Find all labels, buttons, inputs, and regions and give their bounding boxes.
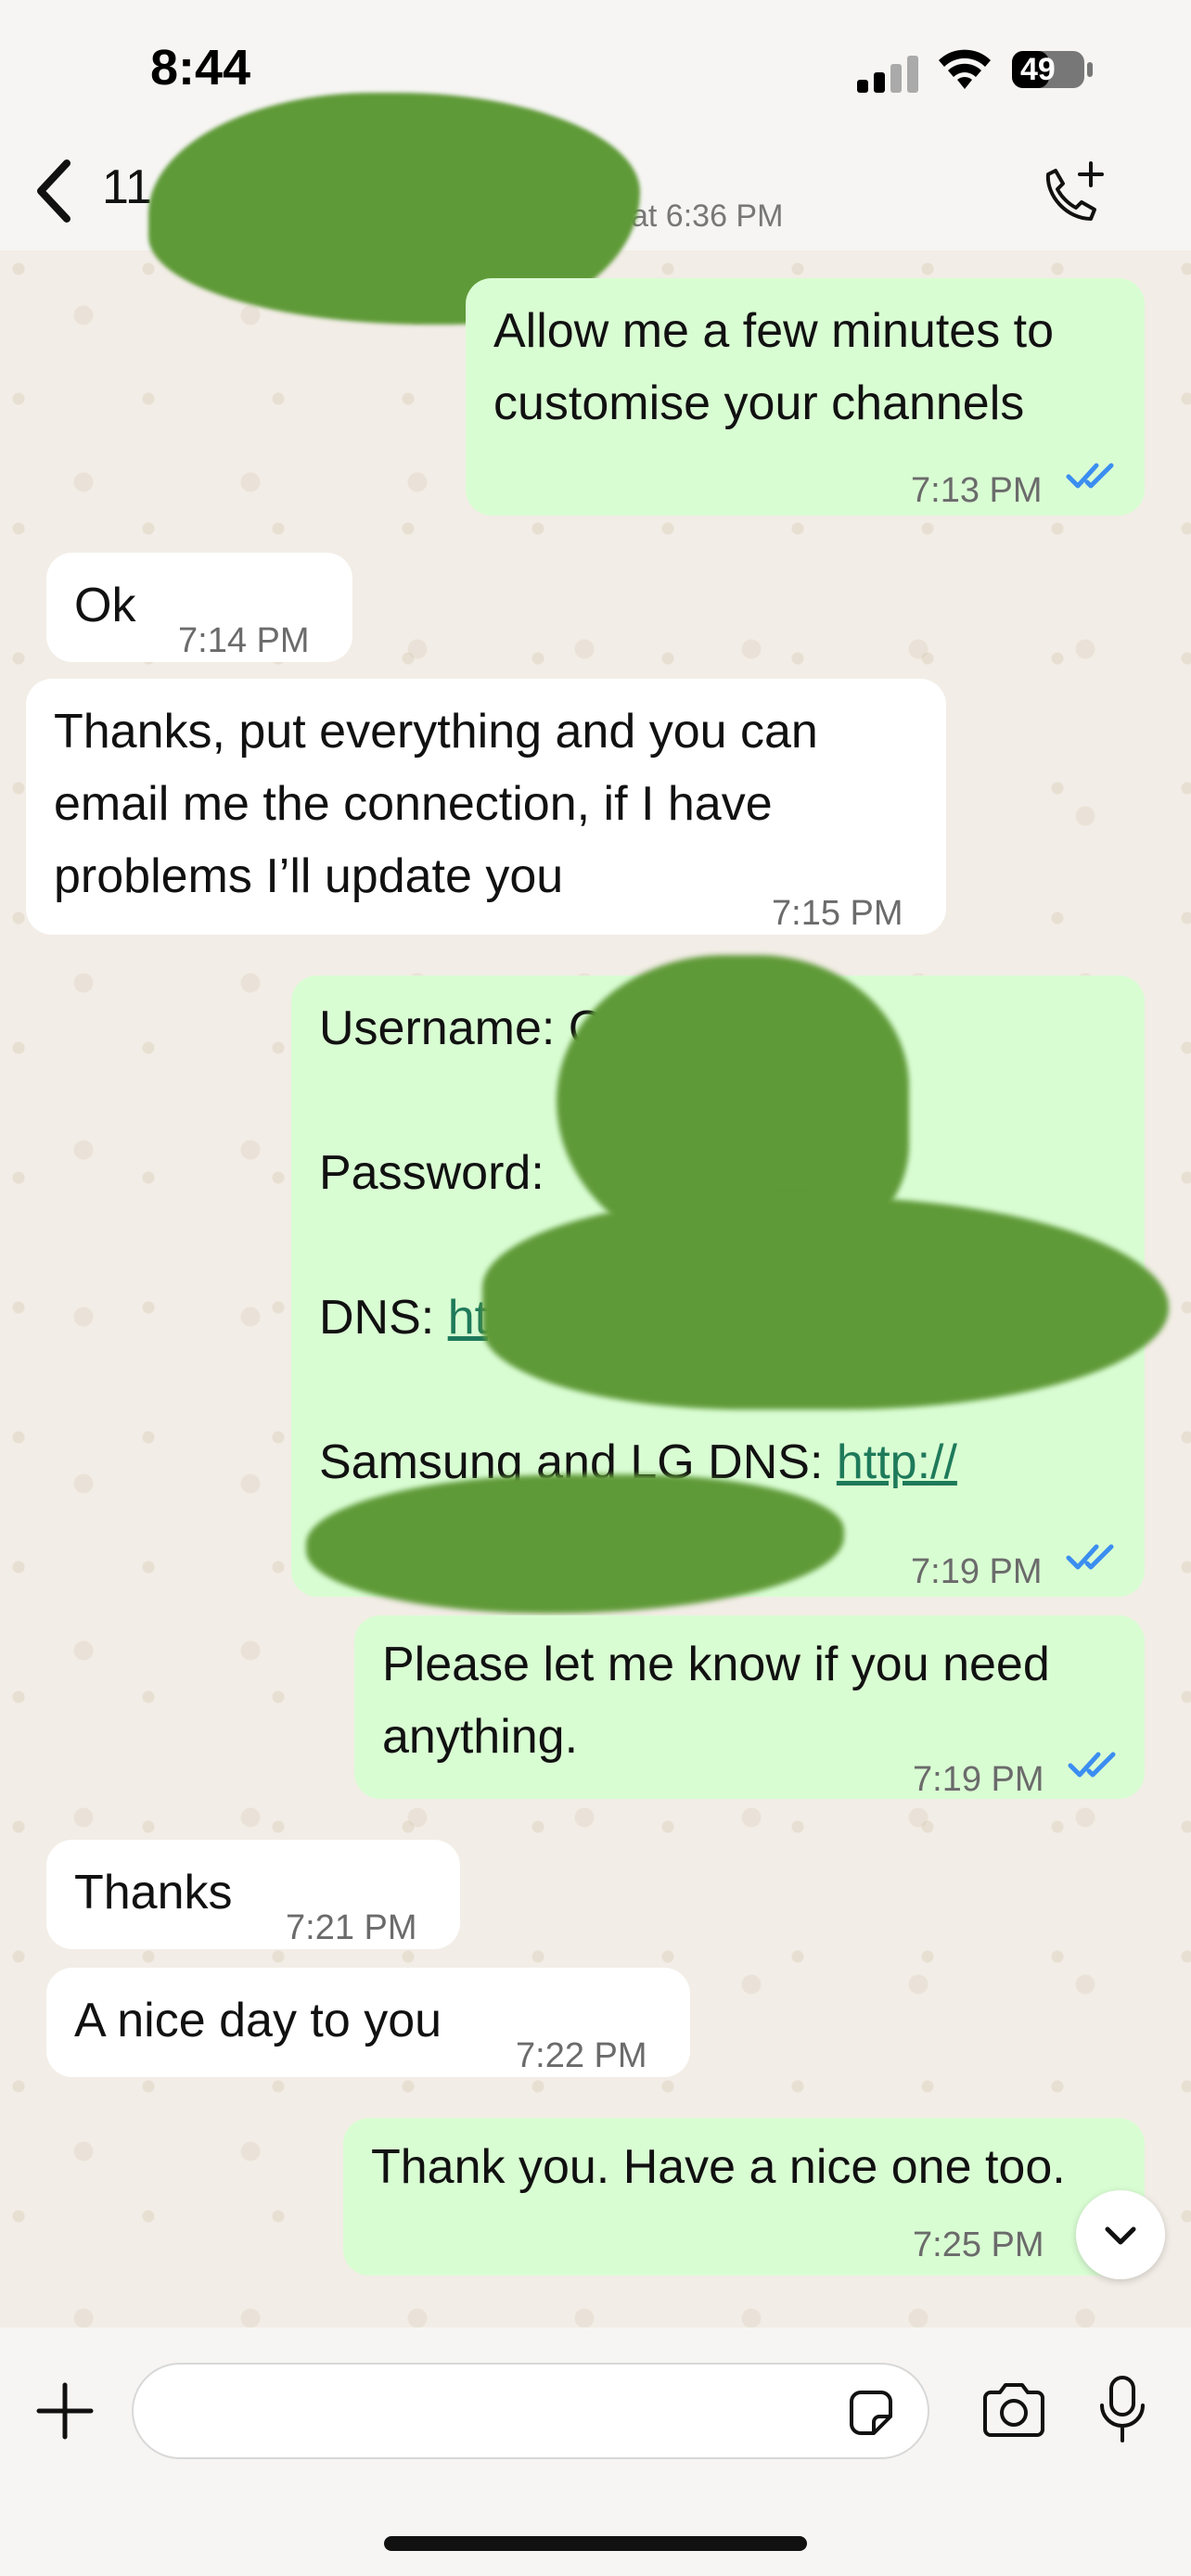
message-text: Please let me know if you need: [382, 1638, 1050, 1691]
chevron-down-icon: [1105, 2226, 1136, 2245]
message-text: customise your channels: [493, 376, 1025, 430]
message-time: 7:25 PM: [913, 2225, 1044, 2264]
message-time: 7:22 PM: [516, 2036, 647, 2075]
message-incoming[interactable]: Thanks, put everything and you can email…: [26, 679, 946, 935]
sticker-icon[interactable]: [842, 2385, 898, 2441]
read-ticks-icon: [1066, 463, 1114, 489]
microphone-icon[interactable]: [1095, 2372, 1150, 2446]
message-time: 7:21 PM: [286, 1908, 417, 1947]
status-time: 8:44: [150, 40, 251, 96]
wifi-icon: [939, 49, 991, 89]
message-time: 7:19 PM: [913, 1760, 1044, 1799]
message-text: Thanks, put everything and you can: [54, 705, 818, 759]
last-seen: at 6:36 PM: [631, 198, 784, 234]
message-input[interactable]: [132, 2363, 929, 2459]
battery-level: 49: [1020, 52, 1056, 87]
samsung-lg-dns-link[interactable]: http://: [837, 1435, 957, 1489]
back-chevron-icon[interactable]: [28, 154, 83, 228]
message-text: Allow me a few minutes to: [493, 304, 1055, 358]
message-outgoing[interactable]: Thank you. Have a nice one too. 7:25 PM: [343, 2118, 1145, 2276]
plus-icon[interactable]: [32, 2378, 98, 2444]
status-bar: 8:44 49: [0, 0, 1191, 139]
message-time: 7:15 PM: [772, 894, 903, 933]
message-text: Thank you. Have a nice one too.: [371, 2140, 1066, 2194]
message-outgoing[interactable]: Please let me know if you need anything.…: [354, 1615, 1145, 1799]
camera-icon[interactable]: [980, 2376, 1048, 2444]
add-call-icon[interactable]: [1030, 154, 1113, 237]
read-ticks-icon: [1066, 1544, 1114, 1570]
message-time: 7:14 PM: [178, 621, 310, 660]
signal-icon: [857, 56, 918, 93]
dns-label: DNS:: [319, 1291, 448, 1345]
message-time: 7:19 PM: [911, 1552, 1043, 1591]
message-outgoing[interactable]: Allow me a few minutes to customise your…: [466, 278, 1145, 516]
read-ticks-icon: [1068, 1752, 1116, 1778]
home-indicator: [384, 2536, 807, 2551]
message-incoming[interactable]: Thanks 7:21 PM: [46, 1840, 460, 1949]
scroll-to-bottom-button[interactable]: [1076, 2190, 1165, 2279]
message-text: email me the connection, if I have: [54, 777, 773, 831]
message-incoming[interactable]: Ok 7:14 PM: [46, 553, 352, 662]
message-time: 7:13 PM: [911, 471, 1043, 510]
message-incoming[interactable]: A nice day to you 7:22 PM: [46, 1968, 690, 2077]
contact-name[interactable]: 11: [102, 159, 152, 215]
